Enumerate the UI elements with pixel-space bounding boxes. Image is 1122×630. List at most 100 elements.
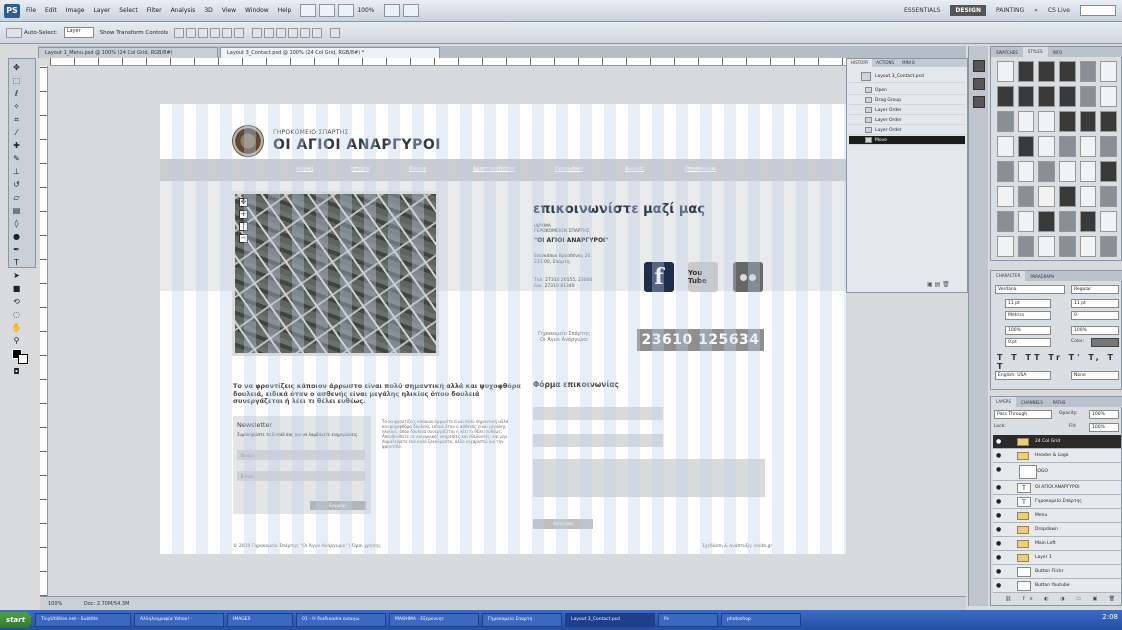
style-swatch[interactable] [1079, 111, 1097, 132]
distribute-middle-icon[interactable] [264, 27, 275, 38]
opacity-field[interactable]: 100% [1089, 410, 1119, 419]
history-item-selected[interactable]: Move [849, 136, 965, 145]
nav-activities[interactable]: Δραστηριότητες [473, 166, 515, 172]
form-submit-button[interactable]: Αποστολή [533, 519, 593, 529]
gradient-tool-icon[interactable]: ▤ [11, 205, 22, 216]
tracking-field[interactable]: 0 [1071, 311, 1119, 320]
eye-icon[interactable]: ● [996, 499, 1001, 505]
style-swatch[interactable] [1038, 86, 1055, 107]
style-swatch[interactable] [1017, 211, 1035, 232]
eye-icon[interactable]: ● [996, 453, 1001, 459]
youtube-icon[interactable]: You Tube [688, 262, 718, 292]
fill-field[interactable]: 100% [1089, 423, 1119, 432]
layer-row[interactable]: ● Layer 1 [993, 551, 1121, 565]
layer-row[interactable]: ● Header & Logo [993, 449, 1121, 463]
style-swatch[interactable] [1079, 86, 1097, 107]
tab-character[interactable]: CHARACTER [991, 271, 1026, 281]
align-right-icon[interactable] [234, 27, 245, 38]
layer-row[interactable]: ● Button Youtube [993, 579, 1121, 593]
auto-select-dropdown[interactable]: Layer [63, 27, 94, 38]
history-item[interactable]: Drag Group [849, 96, 965, 105]
form-name-field[interactable] [533, 407, 663, 420]
history-item[interactable]: Layer Order [849, 116, 965, 125]
auto-select-checkbox[interactable]: Auto-Select: [24, 30, 58, 36]
zoom-in-icon[interactable]: + [239, 210, 248, 219]
style-swatch[interactable] [997, 111, 1014, 132]
history-snapshot[interactable]: Layout 3_Contact.psd [849, 71, 965, 83]
layer-row[interactable]: ● 24 Col Grid [993, 435, 1121, 449]
nav-home[interactable]: Αρχική [296, 166, 313, 172]
align-left-icon[interactable] [210, 27, 221, 38]
start-button[interactable]: start [0, 612, 32, 628]
distribute-left-icon[interactable] [288, 27, 299, 38]
zoom-out-icon[interactable]: − [239, 234, 248, 243]
flickr-icon[interactable]: flickr [733, 262, 763, 292]
align-middle-icon[interactable] [186, 27, 197, 38]
adjustments-panel-icon[interactable] [973, 78, 985, 90]
history-item[interactable]: Layer Order [849, 106, 965, 115]
style-swatch[interactable] [997, 86, 1014, 107]
tab-info[interactable]: INFO [1048, 50, 1068, 55]
color-swatches-icon[interactable] [11, 348, 33, 364]
style-swatch[interactable] [1079, 186, 1097, 207]
font-family-dropdown[interactable]: Verdana [995, 285, 1065, 294]
kerning-field[interactable]: Metrics [1005, 311, 1051, 320]
language-dropdown[interactable]: English: USA [995, 371, 1051, 380]
nav-staff[interactable]: Προσωπικό [555, 166, 583, 172]
arrange-documents-button[interactable] [383, 4, 400, 17]
style-swatch[interactable] [1017, 236, 1035, 257]
status-doc-size[interactable]: Doc: 2.70M/54.3M [84, 601, 130, 607]
hand-tool-icon[interactable]: ✋ [11, 322, 22, 333]
taskbar-item-active[interactable]: Layout 3_Contact.psd [565, 613, 656, 627]
menu-image[interactable]: Image [66, 7, 85, 14]
type-style-buttons[interactable]: T T TT Tr T' T, T T [997, 353, 1121, 371]
zoom-slider-icon[interactable]: | [239, 222, 248, 231]
eye-icon[interactable]: ● [996, 439, 1001, 445]
dodge-tool-icon[interactable]: ● [11, 231, 22, 242]
style-swatch[interactable] [997, 211, 1014, 232]
blend-mode-dropdown[interactable]: Pass Through [994, 410, 1052, 419]
style-swatch[interactable] [1017, 61, 1035, 82]
eyedropper-icon[interactable]: ⁄ [11, 127, 22, 138]
3d-orbit-icon[interactable]: ◌ [11, 309, 22, 320]
baseline-shift-field[interactable]: 0 pt [1005, 338, 1051, 347]
workspace-design[interactable]: DESIGN [950, 5, 986, 16]
style-swatch[interactable] [1038, 211, 1055, 232]
newsletter-submit-button[interactable]: Εγγραφή [310, 501, 366, 510]
eye-icon[interactable]: ● [996, 467, 1001, 473]
nav-history[interactable]: Ιστορία [351, 166, 370, 172]
style-swatch[interactable] [1079, 236, 1097, 257]
tab-styles[interactable]: STYLES [1022, 47, 1048, 57]
horizontal-scale-field[interactable]: 100% [1071, 326, 1119, 335]
newsletter-name-field[interactable]: Όνομα [237, 450, 365, 460]
tab-layers[interactable]: LAYERS [991, 397, 1017, 407]
distribute-top-icon[interactable] [252, 27, 263, 38]
style-swatch[interactable] [1058, 186, 1076, 207]
color-panel-icon[interactable] [973, 60, 985, 72]
menu-help[interactable]: Help [278, 7, 292, 14]
style-swatch[interactable] [1100, 111, 1117, 132]
style-swatch[interactable] [1058, 136, 1076, 157]
style-swatch[interactable] [1079, 161, 1097, 182]
leading-field[interactable]: 11 pt [1071, 299, 1119, 308]
tab-layout-1-menu[interactable]: Layout 1_Menu.psd @ 100% (24 Col Grid, R… [38, 47, 218, 58]
eraser-icon[interactable]: ▱ [11, 192, 22, 203]
eye-icon[interactable]: ● [996, 527, 1001, 533]
auto-align-icon[interactable] [330, 27, 341, 38]
style-swatch[interactable] [1100, 186, 1117, 207]
move-tool-icon[interactable]: ✥ [11, 62, 22, 73]
text-color-swatch[interactable] [1091, 338, 1119, 347]
menu-filter[interactable]: Filter [147, 7, 162, 14]
bridge-button[interactable] [300, 4, 317, 17]
style-swatch[interactable] [1017, 161, 1035, 182]
nav-contact[interactable]: Επικοινωνία [685, 166, 715, 172]
move-tool-preset[interactable] [6, 27, 22, 38]
crop-tool-icon[interactable]: ⌗ [11, 114, 22, 125]
layer-row[interactable]: ● LOGO [993, 463, 1121, 481]
map-pan-icon[interactable]: ✥ [239, 198, 248, 207]
vertical-scale-field[interactable]: 100% [1005, 326, 1051, 335]
eye-icon[interactable]: ● [996, 555, 1001, 561]
shape-tool-icon[interactable]: ■ [11, 283, 22, 294]
pen-tool-icon[interactable]: ✒ [11, 244, 22, 255]
anti-alias-dropdown[interactable]: None [1071, 371, 1119, 380]
